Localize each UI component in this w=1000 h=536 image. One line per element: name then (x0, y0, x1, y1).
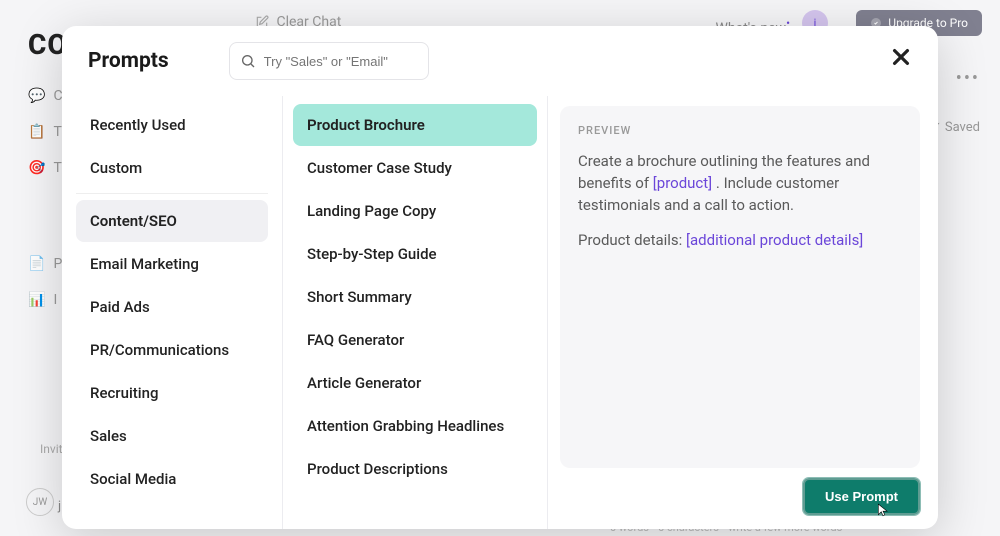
prompt-faq-generator[interactable]: FAQ Generator (293, 319, 537, 361)
modal-body: Recently Used Custom Content/SEO Email M… (62, 96, 938, 529)
category-email-marketing[interactable]: Email Marketing (76, 243, 268, 285)
use-prompt-button[interactable]: Use Prompt (803, 478, 920, 515)
sidebar-item[interactable]: 📋 T (28, 124, 63, 140)
modal-header: Prompts (62, 26, 938, 96)
left-nav: 💬 C 📋 T 🎯 T 📄 P 📊 I (28, 88, 63, 328)
search-input-wrap[interactable] (229, 42, 429, 80)
category-social-media[interactable]: Social Media (76, 458, 268, 500)
prompt-landing-page-copy[interactable]: Landing Page Copy (293, 190, 537, 232)
preview-box: PREVIEW Create a brochure outlining the … (560, 106, 920, 468)
prompt-product-descriptions[interactable]: Product Descriptions (293, 448, 537, 490)
category-custom[interactable]: Custom (76, 147, 268, 189)
prompt-article-generator[interactable]: Article Generator (293, 362, 537, 404)
preview-line2-a: Product details: (578, 231, 686, 249)
user-avatar-small[interactable]: JW (26, 488, 54, 516)
close-icon (890, 46, 912, 68)
sidebar-item[interactable]: 📄 P (28, 256, 63, 272)
preview-label: PREVIEW (578, 124, 902, 137)
category-recently-used[interactable]: Recently Used (76, 104, 268, 146)
prompts-modal: Prompts Recently Used Custom Content/SEO… (62, 26, 938, 529)
search-input[interactable] (264, 54, 418, 69)
category-pr-communications[interactable]: PR/Communications (76, 329, 268, 371)
more-menu-icon[interactable]: ••• (956, 68, 980, 89)
sidebar-item[interactable]: 🎯 T (28, 160, 63, 176)
category-recruiting[interactable]: Recruiting (76, 372, 268, 414)
divider (76, 193, 268, 194)
sidebar-item[interactable]: 💬 C (28, 88, 63, 104)
prompt-short-summary[interactable]: Short Summary (293, 276, 537, 318)
prompt-customer-case-study[interactable]: Customer Case Study (293, 147, 537, 189)
category-paid-ads[interactable]: Paid Ads (76, 286, 268, 328)
prompt-product-brochure[interactable]: Product Brochure (293, 104, 537, 146)
close-button[interactable] (890, 46, 912, 72)
prompt-step-by-step-guide[interactable]: Step-by-Step Guide (293, 233, 537, 275)
preview-actions: Use Prompt (560, 468, 920, 515)
category-content-seo[interactable]: Content/SEO (76, 200, 268, 242)
sidebar-item[interactable]: 📊 I (28, 292, 63, 308)
preview-text: Create a brochure outlining the features… (578, 151, 902, 252)
category-sales[interactable]: Sales (76, 415, 268, 457)
search-icon (240, 53, 256, 69)
preview-column: PREVIEW Create a brochure outlining the … (548, 96, 938, 529)
use-prompt-label: Use Prompt (825, 489, 898, 504)
category-column: Recently Used Custom Content/SEO Email M… (62, 96, 282, 529)
saved-indicator: ✓ Saved (931, 120, 980, 135)
modal-title: Prompts (88, 49, 169, 73)
placeholder-product[interactable]: [product] (653, 174, 712, 192)
prompt-list-column: Product Brochure Customer Case Study Lan… (282, 96, 548, 529)
placeholder-details[interactable]: [additional product details] (686, 231, 863, 249)
prompt-attention-headlines[interactable]: Attention Grabbing Headlines (293, 405, 537, 447)
